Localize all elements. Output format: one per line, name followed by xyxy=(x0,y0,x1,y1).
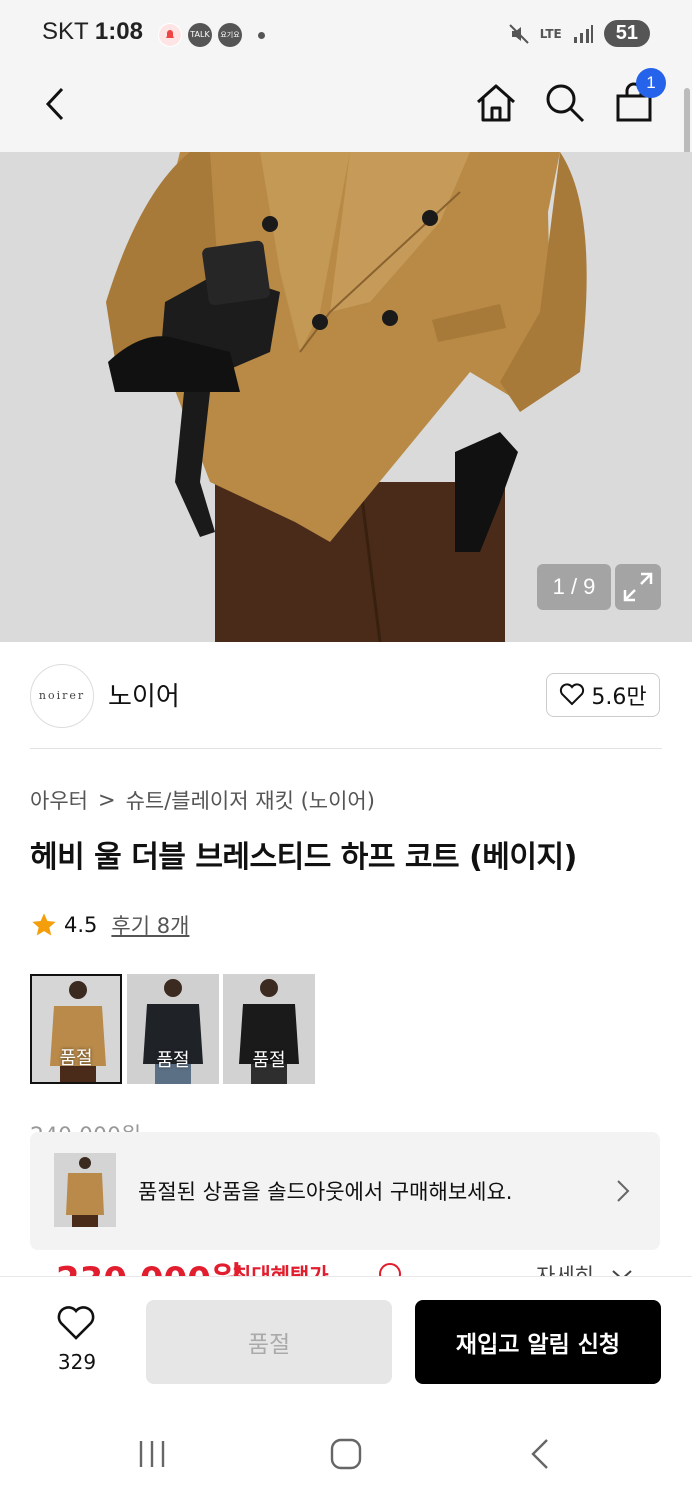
breadcrumb-separator: > xyxy=(97,788,116,812)
expand-image-button[interactable] xyxy=(615,564,661,610)
review-link[interactable]: 후기 8개 xyxy=(111,910,189,940)
status-right-group: LTE 51 xyxy=(508,20,650,47)
color-option-navy[interactable]: 품절 xyxy=(127,974,219,1084)
soldout-label: 품절 xyxy=(59,1048,93,1069)
breadcrumb-outer[interactable]: 아우터 xyxy=(30,785,88,815)
back-arrow-icon[interactable] xyxy=(40,86,70,122)
product-title: 헤비 울 더블 브레스티드 하프 코트 (베이지) xyxy=(30,840,577,875)
search-icon[interactable] xyxy=(544,82,586,124)
status-carrier-time: SKT 1:08 xyxy=(42,18,143,46)
home-nav-icon[interactable] xyxy=(329,1437,363,1471)
divider xyxy=(30,748,662,749)
sale-price-row: 230,000원 최대혜택가 자세히 xyxy=(30,1248,660,1278)
recent-apps-icon[interactable] xyxy=(136,1438,168,1470)
brand-logo[interactable]: noirer xyxy=(30,664,94,728)
more-notifications-dot-icon xyxy=(258,32,265,39)
color-option-black[interactable]: 품절 xyxy=(223,974,315,1084)
brand-like-count: 5.6만 xyxy=(591,685,647,710)
brand-name[interactable]: 노이어 xyxy=(108,676,180,713)
soldout-label: 품절 xyxy=(156,1050,190,1071)
home-icon[interactable] xyxy=(474,82,518,124)
talk-notification-icon: TALK xyxy=(188,23,212,47)
banner-text: 품절된 상품을 솔드아웃에서 구매해보세요. xyxy=(138,1180,513,1204)
expand-arrows-icon xyxy=(623,572,653,602)
breadcrumb-category[interactable]: 슈트/블레이저 재킷 (노이어) xyxy=(126,785,375,815)
back-nav-icon[interactable] xyxy=(528,1437,552,1471)
rating-row: 4.5 후기 8개 xyxy=(30,910,189,940)
sale-price: 230,000원 xyxy=(56,1252,242,1278)
status-bar: SKT 1:08 TALK 요기요 LTE 51 xyxy=(0,0,692,68)
battery-indicator: 51 xyxy=(603,20,650,47)
wishlist-count: 329 xyxy=(57,1350,97,1374)
mute-icon xyxy=(508,23,529,44)
breadcrumb: 아우터 > 슈트/블레이저 재킷 (노이어) xyxy=(30,785,375,815)
cart-count-badge: 1 xyxy=(636,68,666,98)
notification-bell-icon xyxy=(158,23,182,47)
system-navigation-bar xyxy=(0,1400,692,1500)
star-icon xyxy=(32,913,56,936)
signal-icon xyxy=(573,24,593,43)
network-type: LTE xyxy=(539,26,562,41)
scrollbar-thumb[interactable] xyxy=(684,88,690,158)
clock: 1:08 xyxy=(94,18,143,45)
soldout-label: 품절 xyxy=(252,1050,286,1071)
heart-icon xyxy=(560,683,585,706)
brand-like-button[interactable]: 5.6만 xyxy=(546,673,660,717)
soldout-button[interactable]: 품절 xyxy=(146,1300,392,1384)
rating-value: 4.5 xyxy=(64,913,98,937)
restock-notify-button[interactable]: 재입고 알림 신청 xyxy=(415,1300,661,1384)
chevron-right-icon xyxy=(617,1180,630,1202)
banner-thumbnail xyxy=(54,1153,116,1227)
yogiyo-notification-icon: 요기요 xyxy=(218,23,242,47)
app-header: 1 xyxy=(0,68,692,152)
carrier-label: SKT xyxy=(42,18,89,45)
color-option-beige[interactable]: 품절 xyxy=(30,974,122,1084)
cart-button[interactable]: 1 xyxy=(614,68,666,124)
image-counter: 1 / 9 xyxy=(537,564,611,610)
wishlist-heart-icon[interactable] xyxy=(56,1304,96,1342)
